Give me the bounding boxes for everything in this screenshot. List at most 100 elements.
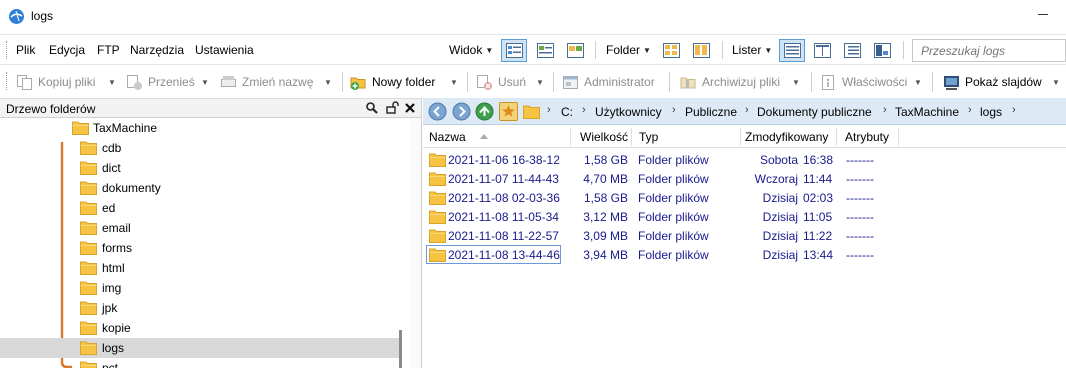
breadcrumb-logs[interactable]: logs [980, 105, 1002, 119]
view-details-button[interactable] [501, 39, 527, 62]
tree-item-forms[interactable]: forms [0, 238, 400, 258]
file-name: 2021-11-08 11-22-57 [448, 229, 559, 243]
folder-view-1-button[interactable] [658, 39, 684, 62]
tree-scrollbar-thumb[interactable] [399, 330, 402, 368]
chevron-down-icon[interactable]: ▼ [108, 78, 116, 87]
tree-item-cdb[interactable]: cdb [0, 138, 400, 158]
tree-item-logs[interactable]: logs [0, 338, 400, 358]
chevron-down-icon[interactable]: ▼ [914, 78, 922, 87]
archive-files-label: Archiwizuj pliki [702, 75, 781, 89]
lister-view-1-button[interactable] [779, 39, 805, 62]
folder-tree-header: Drzewo folderów [0, 98, 421, 118]
menu-grip [6, 41, 9, 59]
breadcrumb-public-docs[interactable]: Dokumenty publiczne [757, 105, 872, 119]
copy-files-button[interactable]: Kopiuj pliki [16, 71, 95, 93]
column-separator[interactable] [836, 128, 837, 146]
chevron-down-icon[interactable]: ▼ [450, 78, 458, 87]
view-list-button[interactable] [532, 39, 558, 62]
folder-icon [80, 241, 97, 255]
rename-button[interactable]: Zmień nazwę [220, 71, 313, 93]
move-button[interactable]: Przenieś [126, 71, 195, 93]
column-separator[interactable] [740, 128, 741, 146]
favorites-star-icon[interactable] [499, 102, 518, 121]
chevron-down-icon[interactable]: ▼ [201, 78, 209, 87]
breadcrumb-separator: › [1012, 104, 1016, 116]
breadcrumb-users[interactable]: Użytkownicy [595, 105, 662, 119]
file-type: Folder plików [638, 153, 709, 167]
tree-item-label: forms [102, 241, 132, 255]
tree-item-dict[interactable]: dict [0, 158, 400, 178]
column-separator[interactable] [570, 128, 571, 146]
tree-item-ed[interactable]: ed [0, 198, 400, 218]
unlock-icon[interactable] [385, 101, 399, 115]
file-row-focused[interactable]: 2021-11-08 13-44-46 3,94 MB Folder plikó… [426, 245, 1062, 264]
chevron-down-icon[interactable]: ▼ [536, 78, 544, 87]
search-box[interactable] [912, 39, 1066, 62]
menu-narzedzia[interactable]: Narzędzia [130, 43, 184, 57]
forward-arrow-icon[interactable] [452, 102, 471, 121]
file-row[interactable]: 2021-11-08 11-22-57 3,09 MB Folder plikó… [426, 226, 1062, 245]
column-modified[interactable]: Zmodyfikowany [745, 130, 828, 144]
chevron-down-icon[interactable]: ▼ [1052, 78, 1060, 87]
file-row[interactable]: 2021-11-06 16-38-12 1,58 GB Folder plikó… [426, 150, 1062, 169]
archive-files-button[interactable]: Archiwizuj pliki [680, 71, 780, 93]
up-arrow-icon[interactable] [475, 102, 494, 121]
view-thumbnails-button[interactable] [562, 39, 588, 62]
file-row[interactable]: 2021-11-08 11-05-34 3,12 MB Folder plikó… [426, 207, 1062, 226]
menu-ustawienia[interactable]: Ustawienia [195, 43, 254, 57]
minimize-button[interactable] [1020, 0, 1066, 30]
file-row[interactable]: 2021-11-08 02-03-36 1,58 GB Folder plikó… [426, 188, 1062, 207]
chevron-down-icon: ▼ [764, 46, 773, 55]
breadcrumb-taxmachine[interactable]: TaxMachine [895, 105, 959, 119]
tree-item-kopie[interactable]: kopie [0, 318, 400, 338]
column-size[interactable]: Wielkość [580, 130, 628, 144]
grid-view-icon [663, 43, 680, 58]
lister-view-4-button[interactable] [869, 39, 895, 62]
lister-view-2-button[interactable] [809, 39, 835, 62]
tree-item-html[interactable]: html [0, 258, 400, 278]
lister-menu[interactable]: Lister ▼ [732, 43, 772, 57]
administrator-button[interactable]: Administrator [562, 71, 655, 93]
breadcrumb-public[interactable]: Publiczne [685, 105, 737, 119]
tree-item-taxmachine[interactable]: TaxMachine [0, 118, 400, 138]
lister-label: Lister [732, 43, 762, 57]
folder-tree-panel: Drzewo folderów TaxMachine cdb dict doku… [0, 98, 422, 368]
column-attributes[interactable]: Atrybuty [845, 130, 889, 144]
folder-icon [72, 121, 89, 135]
tree-item-label: ed [102, 201, 116, 215]
chevron-down-icon[interactable]: ▼ [792, 78, 800, 87]
properties-button[interactable]: Właściwości [820, 71, 907, 93]
new-folder-button[interactable]: Nowy folder [350, 71, 435, 93]
tree-item-jpk[interactable]: jpk [0, 298, 400, 318]
chevron-down-icon[interactable]: ▼ [324, 78, 332, 87]
window-title: logs [31, 9, 54, 23]
folder-menu[interactable]: Folder ▼ [606, 43, 651, 57]
tree-item-img[interactable]: img [0, 278, 400, 298]
file-name: 2021-11-08 11-05-34 [448, 210, 559, 224]
menu-ftp[interactable]: FTP [97, 43, 120, 57]
column-separator[interactable] [631, 128, 632, 146]
menu-plik[interactable]: Plik [16, 43, 35, 57]
tree-scrollbar[interactable] [410, 118, 421, 368]
tree-item-dokumenty[interactable]: dokumenty [0, 178, 400, 198]
tree-item-pct[interactable]: pct [0, 358, 400, 368]
back-arrow-icon[interactable] [428, 102, 447, 121]
tree-item-email[interactable]: email [0, 218, 400, 238]
lister-view-3-button[interactable] [839, 39, 865, 62]
folder-view-2-button[interactable] [688, 39, 714, 62]
delete-button[interactable]: Usuń [476, 71, 526, 93]
breadcrumb-drive[interactable]: C: [561, 105, 573, 119]
search-icon[interactable] [365, 101, 379, 115]
file-name: 2021-11-08 02-03-36 [448, 191, 560, 205]
column-name[interactable]: Nazwa [429, 130, 466, 144]
menu-edycja[interactable]: Edycja [49, 43, 85, 57]
menu-separator [595, 41, 596, 59]
close-icon[interactable] [403, 101, 417, 115]
slideshow-button[interactable]: Pokaż slajdów [943, 71, 1042, 93]
search-input[interactable] [913, 40, 1053, 61]
file-row[interactable]: 2021-11-07 11-44-43 4,70 MB Folder plikó… [426, 169, 1062, 188]
column-separator[interactable] [898, 128, 899, 146]
column-type[interactable]: Typ [639, 130, 658, 144]
widok-menu[interactable]: Widok ▼ [449, 43, 493, 57]
folder-icon [80, 281, 97, 295]
